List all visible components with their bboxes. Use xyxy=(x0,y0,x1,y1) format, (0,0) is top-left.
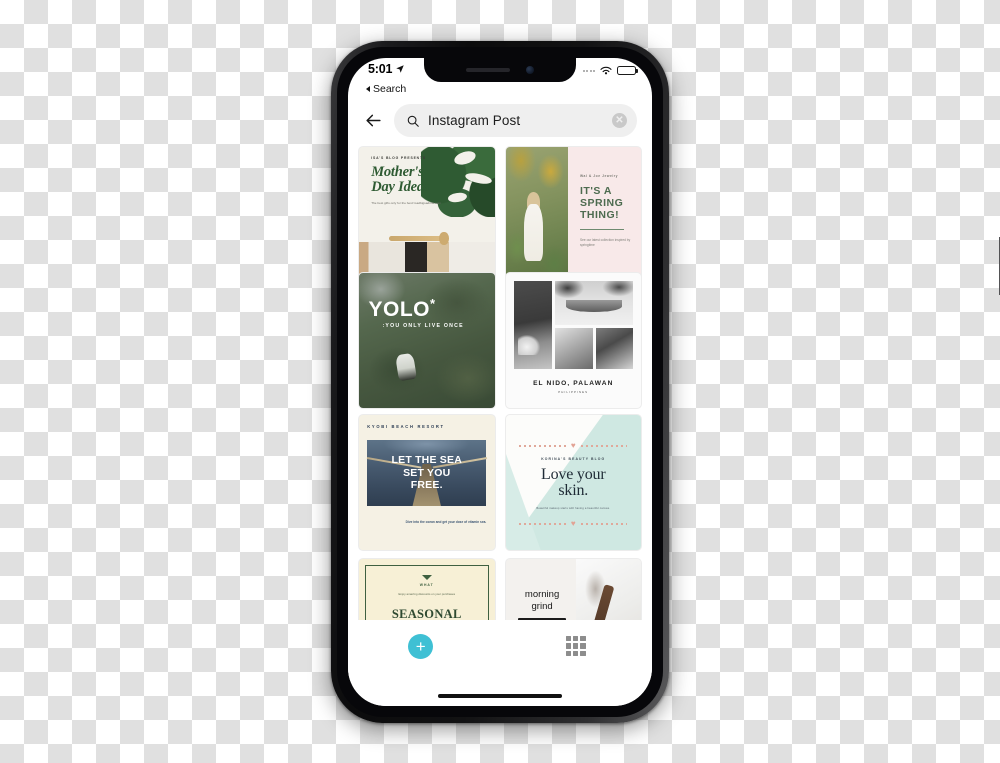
card-text: YOLO* :YOU ONLY LIVE ONCE xyxy=(368,297,485,329)
status-time: 5:01 xyxy=(368,62,393,76)
card-photo xyxy=(513,280,552,369)
back-arrow-icon[interactable] xyxy=(364,111,383,130)
spoon-graphic xyxy=(388,232,449,245)
card-photo xyxy=(505,147,568,283)
dashed-line xyxy=(580,522,628,525)
template-card-let-the-sea[interactable]: KYOBI BEACH RESORT LET THE SEA SET YOU F… xyxy=(358,413,496,552)
card-title-mark: * xyxy=(430,295,436,311)
back-to-search-label: Search xyxy=(373,83,407,95)
card-subtitle: PHILIPPINES xyxy=(558,389,589,394)
home-indicator[interactable] xyxy=(438,693,562,698)
device-notch xyxy=(424,58,576,82)
card-title-line-3: FREE. xyxy=(410,479,443,492)
card-title-line-2: grind xyxy=(531,600,553,612)
card-subtitle: See our latest collection inspired by sp… xyxy=(580,237,631,248)
status-bar-left: 5:01 xyxy=(368,62,405,76)
card-subtitle: The best gifts only for the best! isadbi… xyxy=(371,201,442,206)
heart-icon: ♥ xyxy=(570,440,576,450)
card-title-line-2: SPRING xyxy=(580,197,624,210)
phone-mockup: 5:01 Search Instagram Post ✕ ISA'S BLOG … xyxy=(331,41,1000,723)
heart-icon: ♥ xyxy=(570,518,576,528)
card-title-line-2: SET YOU xyxy=(403,466,451,479)
template-card-mothers-day[interactable]: ISA'S BLOG PRESENTS Mother's Day Ideas T… xyxy=(358,146,496,284)
template-results-grid: ISA'S BLOG PRESENTS Mother's Day Ideas T… xyxy=(348,146,652,686)
card-title-line-3: THING! xyxy=(580,209,620,222)
card-kicker: KORINA'S BEAUTY BLOG xyxy=(541,457,606,462)
front-camera-icon xyxy=(526,66,534,74)
card-title: Mother's Day Ideas xyxy=(371,165,446,195)
card-title: morning grind xyxy=(518,589,567,612)
add-button[interactable]: + xyxy=(408,634,434,659)
card-title-line-1: morning xyxy=(524,589,560,601)
battery-icon xyxy=(617,65,638,76)
search-header: Instagram Post ✕ xyxy=(348,97,652,146)
card-title: LET THE SEA SET YOU FREE. xyxy=(392,454,462,492)
location-arrow-icon xyxy=(396,65,404,73)
clear-icon[interactable]: ✕ xyxy=(612,113,627,128)
card-title: IT'S A SPRING THING! xyxy=(580,185,630,222)
card-subtitle: Dive into the ocean and get your dose of… xyxy=(405,520,487,525)
status-bar-right xyxy=(582,62,638,76)
signal-dots-icon xyxy=(582,69,595,72)
card-title: EL NIDO, PALAWAN xyxy=(533,379,614,387)
template-card-spring-thing[interactable]: Wal & Joe Jewelry IT'S A SPRING THING! S… xyxy=(504,146,642,284)
dashed-line xyxy=(519,444,566,447)
card-kicker: KYOBI BEACH RESORT xyxy=(367,424,445,430)
collage-right-column xyxy=(555,280,633,369)
search-input[interactable]: Instagram Post ✕ xyxy=(394,104,637,137)
triangle-logo-icon xyxy=(421,574,432,580)
card-tagline: :YOU ONLY LIVE ONCE xyxy=(382,322,464,329)
card-title-line-2: skin. xyxy=(558,482,589,500)
dashed-line xyxy=(580,444,628,447)
card-brand: WHAT xyxy=(419,582,434,587)
search-icon xyxy=(407,115,419,127)
card-title-line-1: IT'S A xyxy=(580,185,612,198)
collage-bottom-row xyxy=(555,328,633,369)
back-triangle-icon xyxy=(366,86,370,92)
divider-row: ♥ xyxy=(519,440,628,450)
phone-screen: 5:01 Search Instagram Post ✕ ISA'S BLOG … xyxy=(348,58,652,706)
wifi-icon xyxy=(600,66,612,75)
card-photo xyxy=(595,328,633,369)
card-title: YOLO* xyxy=(368,297,485,320)
phone-bezel: 5:01 Search Instagram Post ✕ ISA'S BLOG … xyxy=(337,47,663,717)
card-kicker: ISA'S BLOG PRESENTS xyxy=(371,156,427,161)
card-subtitle: Beautiful makeup starts with having a be… xyxy=(536,506,611,510)
template-card-el-nido[interactable]: EL NIDO, PALAWAN PHILIPPINES xyxy=(504,271,642,410)
card-title-line-1: LET THE SEA xyxy=(391,453,462,466)
card-photo xyxy=(555,280,633,325)
search-input-value: Instagram Post xyxy=(428,113,521,128)
photo-collage xyxy=(513,280,633,369)
back-to-search-link[interactable]: Search xyxy=(348,83,652,97)
bottom-toolbar: + xyxy=(348,620,652,706)
card-title-text: YOLO xyxy=(368,297,430,321)
earpiece-speaker-icon xyxy=(466,68,510,72)
card-text: Wal & Joe Jewelry IT'S A SPRING THING! S… xyxy=(568,147,641,283)
card-photo xyxy=(555,328,593,369)
card-photo: LET THE SEA SET YOU FREE. xyxy=(367,439,487,507)
card-subtitle: Enjoy amazing discounts on your purchase… xyxy=(398,591,456,596)
grid-view-icon[interactable] xyxy=(565,636,586,656)
template-card-yolo[interactable]: YOLO* :YOU ONLY LIVE ONCE xyxy=(358,271,496,410)
card-text: ♥ KORINA'S BEAUTY BLOG Love your skin. B… xyxy=(506,415,642,528)
divider-row: ♥ xyxy=(519,518,628,528)
divider xyxy=(580,228,625,230)
card-text: EL NIDO, PALAWAN PHILIPPINES xyxy=(514,380,633,394)
card-title-line-1: Love your xyxy=(541,465,606,483)
dashed-line xyxy=(519,522,566,525)
cyclist-graphic xyxy=(395,352,417,381)
card-title: Love your skin. xyxy=(519,465,627,500)
card-title-line-2: Day Ideas xyxy=(371,179,430,196)
card-title-line-1: Mother's xyxy=(371,164,424,181)
card-kicker: Wal & Joe Jewelry xyxy=(580,174,619,179)
model-figure-graphic xyxy=(524,203,543,261)
card-text: ISA'S BLOG PRESENTS Mother's Day Ideas T… xyxy=(371,156,446,206)
template-card-love-your-skin[interactable]: ♥ KORINA'S BEAUTY BLOG Love your skin. B… xyxy=(504,413,642,552)
